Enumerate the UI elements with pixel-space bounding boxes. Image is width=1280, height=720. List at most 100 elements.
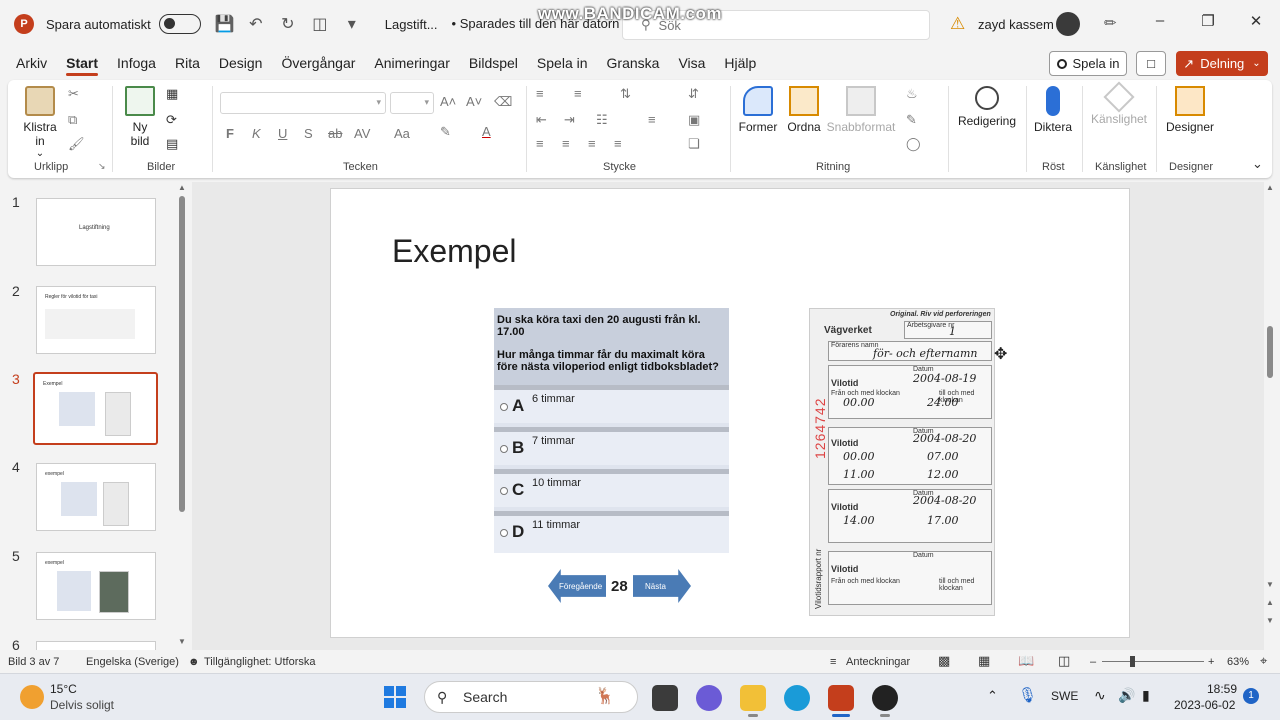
layout-icon[interactable]: ▦ xyxy=(166,86,178,102)
teams-chat-icon[interactable] xyxy=(696,685,722,711)
fit-slide-icon[interactable]: ⌖ xyxy=(1260,653,1267,669)
zoom-out-icon[interactable]: – xyxy=(1090,656,1096,668)
minimize-icon[interactable]: – xyxy=(1150,12,1170,29)
answer-option-d[interactable]: D 11 timmar xyxy=(494,511,729,553)
section-icon[interactable]: ▤ xyxy=(166,136,178,152)
decrease-indent-icon[interactable]: ⇤ xyxy=(536,112,547,128)
taskbar-search[interactable]: ⚲ Search 🦌 xyxy=(424,681,638,713)
answer-option-a[interactable]: A 6 timmar xyxy=(494,385,729,423)
microphone-icon[interactable]: 🎙 xyxy=(1018,686,1037,704)
task-view-icon[interactable] xyxy=(652,685,678,711)
italic-icon[interactable]: K xyxy=(252,126,261,141)
scroll-down-icon[interactable]: ▼ xyxy=(1266,580,1274,589)
canvas-scrollbar[interactable] xyxy=(1267,326,1273,378)
close-icon[interactable]: ✕ xyxy=(1246,12,1266,30)
slide-thumbnail-4[interactable]: exempel xyxy=(36,463,156,531)
normal-view-icon[interactable]: ▩ xyxy=(938,653,950,669)
shadow-icon[interactable]: S xyxy=(304,126,313,141)
tab-arkiv[interactable]: Arkiv xyxy=(16,50,47,76)
char-spacing-icon[interactable]: AV xyxy=(354,126,370,141)
chevron-up-icon[interactable]: ⌃ xyxy=(987,688,998,704)
shapes-button[interactable]: Former xyxy=(736,86,780,134)
avatar[interactable] xyxy=(1056,12,1080,36)
collapse-ribbon-icon[interactable]: ⌄ xyxy=(1252,156,1263,172)
document-title[interactable]: Lagstift... xyxy=(385,17,438,32)
answer-option-b[interactable]: B 7 timmar xyxy=(494,427,729,465)
scroll-up-icon[interactable]: ▲ xyxy=(178,183,186,192)
radio-button[interactable] xyxy=(500,529,508,537)
tab-granska[interactable]: Granska xyxy=(607,50,660,76)
shape-fill-icon[interactable]: ♨ xyxy=(906,86,918,102)
zoom-slider-handle[interactable] xyxy=(1130,656,1135,667)
tab-hjalp[interactable]: Hjälp xyxy=(724,50,756,76)
convert-smartart-icon[interactable]: ❏ xyxy=(688,136,700,152)
align-right-icon[interactable]: ≡ xyxy=(588,136,596,151)
radio-button[interactable] xyxy=(500,445,508,453)
tab-rita[interactable]: Rita xyxy=(175,50,200,76)
language-status[interactable]: Engelska (Sverige) xyxy=(86,656,179,668)
windows-start-icon[interactable] xyxy=(384,686,406,708)
redo-icon[interactable]: ↻ xyxy=(279,14,297,34)
align-left-icon[interactable]: ≡ xyxy=(536,136,544,151)
previous-slide-icon[interactable]: ▲ xyxy=(1266,598,1274,607)
justify-icon[interactable]: ≡ xyxy=(614,136,622,151)
slide[interactable]: Exempel Du ska köra taxi den 20 augusti … xyxy=(330,188,1130,638)
user-name[interactable]: zayd kassem xyxy=(978,17,1054,32)
battery-icon[interactable]: ▮ xyxy=(1142,687,1150,704)
share-button[interactable]: ↗ Delning ⌄ xyxy=(1176,51,1268,76)
slide-thumbnail-1[interactable]: Lagstiftning xyxy=(36,198,156,266)
strikethrough-icon[interactable]: ab xyxy=(328,126,342,141)
numbering-icon[interactable]: ≡ xyxy=(574,86,582,101)
reading-view-icon[interactable]: 📖 xyxy=(1018,653,1034,669)
zoom-in-icon[interactable]: + xyxy=(1208,656,1214,668)
present-icon[interactable]: ◫ xyxy=(311,14,329,34)
weather-status[interactable]: Delvis soligt xyxy=(50,698,114,712)
radio-button[interactable] xyxy=(500,487,508,495)
shape-outline-icon[interactable]: ✎ xyxy=(906,112,917,128)
increase-indent-icon[interactable]: ⇥ xyxy=(564,112,575,128)
pen-icon[interactable]: ✏ xyxy=(1104,14,1117,32)
temperature[interactable]: 15°C xyxy=(50,682,77,696)
accessibility-status[interactable]: Tillgänglighet: Utforska xyxy=(204,656,315,668)
shape-effects-icon[interactable]: ◯ xyxy=(906,136,921,152)
quick-styles-button[interactable]: Snabbformat xyxy=(826,86,896,134)
answer-option-c[interactable]: C 10 timmar xyxy=(494,469,729,507)
slide-thumbnail-5[interactable]: exempel xyxy=(36,552,156,620)
increase-font-icon[interactable]: A˄ xyxy=(440,94,456,109)
edge-browser-icon[interactable] xyxy=(784,685,810,711)
designer-button[interactable]: Designer xyxy=(1160,86,1220,134)
next-slide-icon[interactable]: ▼ xyxy=(1266,616,1274,625)
tab-visa[interactable]: Visa xyxy=(678,50,705,76)
bullets-icon[interactable]: ≡ xyxy=(536,86,544,101)
format-painter-icon[interactable]: 🖌 xyxy=(68,136,85,152)
reset-icon[interactable]: ⟳ xyxy=(166,112,177,128)
smartart-icon[interactable]: ▣ xyxy=(688,112,700,128)
copy-icon[interactable]: ⧉ xyxy=(68,112,77,128)
volume-icon[interactable]: 🔊 xyxy=(1118,687,1135,704)
cut-icon[interactable]: ✂ xyxy=(68,86,79,102)
quiz-panel[interactable]: Du ska köra taxi den 20 augusti från kl.… xyxy=(494,308,729,553)
autosave-toggle[interactable] xyxy=(158,14,201,34)
underline-icon[interactable]: U xyxy=(278,126,287,141)
dialog-launcher-icon[interactable]: ↘ xyxy=(98,161,106,172)
zoom-level[interactable]: 63% xyxy=(1227,656,1249,668)
paste-button[interactable]: Klistra in ⌄ xyxy=(22,86,58,159)
scroll-down-icon[interactable]: ▼ xyxy=(178,637,186,646)
align-text-icon[interactable]: ≡ xyxy=(648,112,656,127)
bandicam-record-icon[interactable] xyxy=(872,685,898,711)
change-case-icon[interactable]: Aa xyxy=(394,126,410,141)
font-color-icon[interactable]: A xyxy=(482,124,491,139)
font-size-select[interactable]: ▾ xyxy=(390,92,434,114)
tab-spela-in[interactable]: Spela in xyxy=(537,50,588,76)
thumbnail-scrollbar[interactable] xyxy=(179,196,185,512)
dictate-button[interactable]: Diktera xyxy=(1028,86,1078,134)
warning-icon[interactable]: ⚠ xyxy=(950,14,965,34)
file-explorer-icon[interactable] xyxy=(740,685,766,711)
slide-sorter-icon[interactable]: ▦ xyxy=(978,653,990,669)
slide-thumbnail-2[interactable]: Regler för vilotid för taxi xyxy=(36,286,156,354)
tab-start[interactable]: Start xyxy=(66,50,98,76)
customize-toolbar-icon[interactable]: ▾ xyxy=(343,14,361,34)
clear-format-icon[interactable]: ⌫ xyxy=(494,94,512,110)
line-spacing-icon[interactable]: ⇅ xyxy=(620,86,631,102)
clock-date[interactable]: 2023-06-02 xyxy=(1174,698,1235,712)
